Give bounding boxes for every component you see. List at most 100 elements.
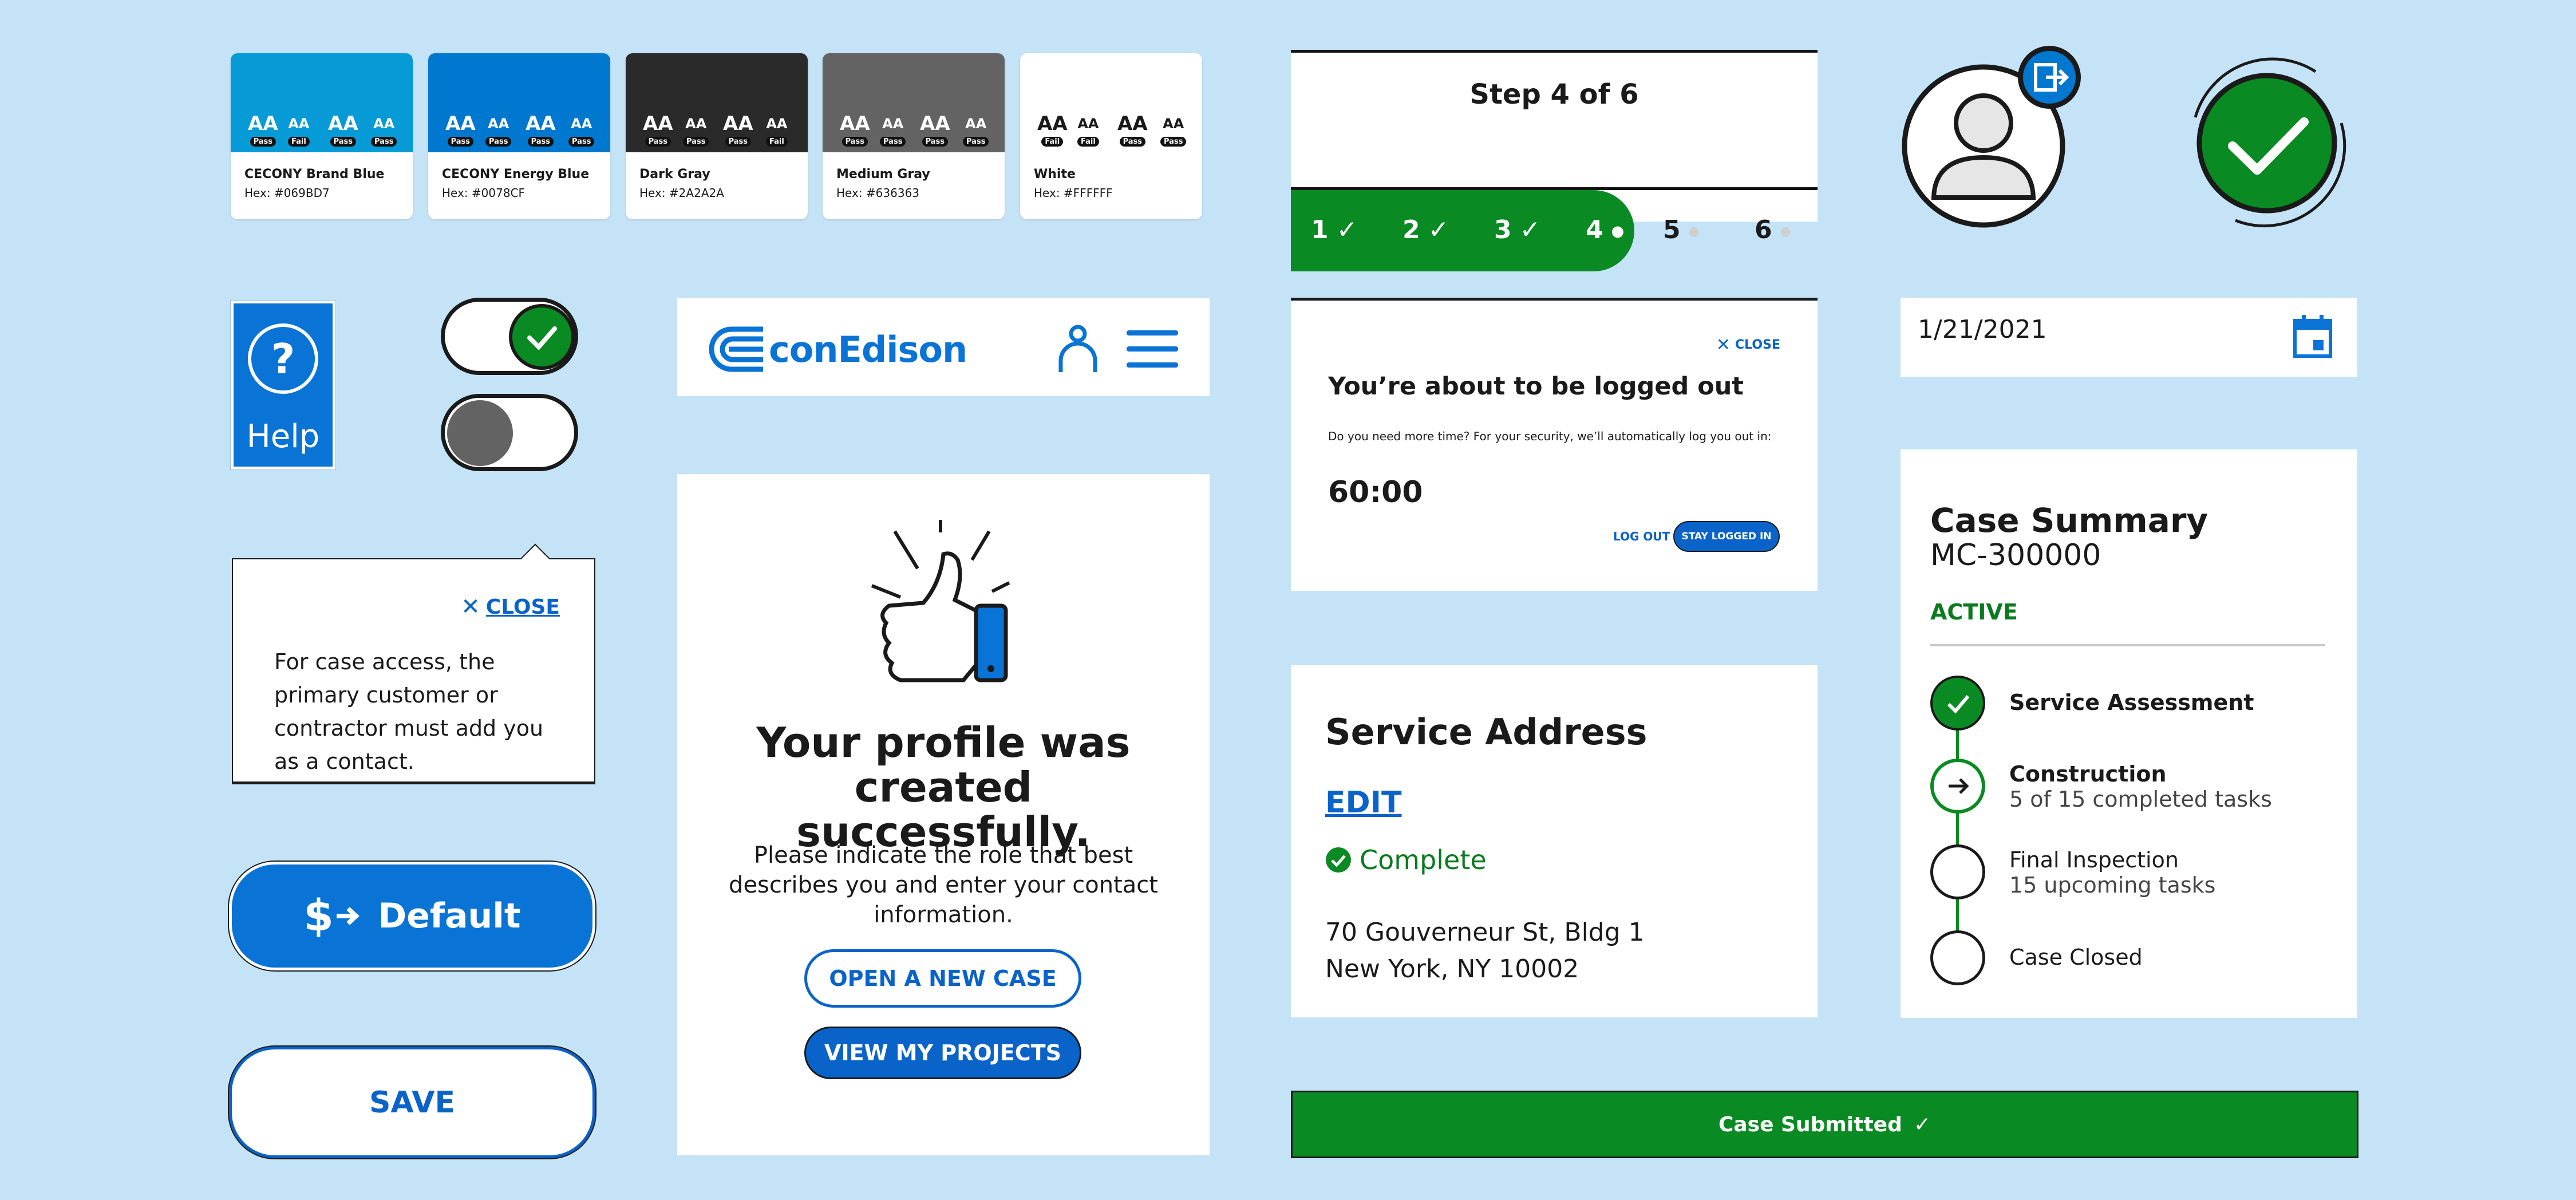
step-progress-card: Step 4 of 6 1 ✓ 2 ✓ 3 ✓ 4 ● 5 ● 6 ● [1291,50,1818,271]
contrast-sample: AA Pass [526,113,556,147]
contrast-sample-text: AA [882,116,904,132]
date-field[interactable]: 1/21/2021 [1901,298,2357,377]
contrast-sample-text: AA [643,112,673,135]
step-pending-icon [1930,844,1985,899]
check-icon: ✓ [1913,1112,1931,1136]
contrast-sample: AA Pass [683,113,709,147]
view-my-projects-button[interactable]: VIEW MY PROJECTS [804,1027,1081,1079]
help-label: Help [246,418,320,455]
contrast-sample: AA Pass [248,113,278,147]
swatch-color-block: AA Fail AA Fail AA Pass AA Pass [1020,53,1202,152]
stepper-steps: 1 ✓ 2 ✓ 3 ✓ 4 ● 5 ● 6 ● [1291,190,1818,271]
tooltip-close-button[interactable]: ✕ CLOSE [461,594,560,620]
toggle-on[interactable] [441,298,578,375]
color-swatch: AA Pass AA Fail AA Pass AA Pass CECONY Brand Blu… [231,53,413,219]
contrast-result-badge: Pass [1160,137,1187,147]
contrast-sample-text: AA [248,112,278,135]
account-avatar[interactable] [1901,46,2081,229]
step-number: 2 [1402,215,1420,244]
contrast-result-badge: Pass [330,137,357,147]
contrast-result-badge: Fail [1077,137,1099,147]
contrast-sample: AA Pass [840,113,870,147]
contrast-sample-text: AA [571,116,592,132]
default-button[interactable]: $ Default [229,862,595,970]
swatch-hex: Hex: #FFFFFF [1034,186,1113,200]
thumbs-up-icon [871,520,1010,682]
contrast-sample: AA Pass [880,113,906,147]
contrast-sample: AA Pass [1160,113,1187,147]
contrast-sample: AA Fail [766,113,788,147]
swatch-hex: Hex: #2A2A2A [639,186,724,200]
svg-text:$: $ [303,890,334,941]
open-new-case-button[interactable]: OPEN A NEW CASE [804,949,1081,1008]
contrast-sample-text: AA [1037,112,1068,135]
contrast-result-badge: Fail [1041,137,1064,147]
swatch-name: White [1034,167,1076,181]
account-icon[interactable] [1055,323,1101,375]
help-button[interactable]: ? Help [231,301,335,469]
close-label: CLOSE [1735,338,1780,352]
address-line-1: 70 Gouverneur St, Bldg 1 [1325,918,1645,947]
case-id: MC-300000 [1930,538,2101,573]
step-5: 5 ● [1663,215,1700,244]
step-done-icon: ✓ [1428,215,1449,244]
profile-success-title: Your profile was created successfully. [756,719,1131,856]
save-button[interactable]: SAVE [229,1047,595,1158]
timeline-step-label: Construction [2009,761,2167,787]
toggle-off[interactable] [441,394,578,471]
step-done-icon: ✓ [1519,215,1541,244]
contrast-sample: AA Pass [723,113,753,147]
timeline-line [1956,693,1959,959]
service-address-card: Service Address EDIT Complete 70 Gouvern… [1291,665,1818,1017]
close-icon: ✕ [1716,335,1731,355]
tooltip-text: For case access, the primary customer or… [274,649,544,774]
conedison-logo[interactable]: conEdison [706,323,967,375]
step-number: 6 [1755,215,1772,244]
contrast-sample-text: AA [766,116,788,132]
contrast-sample: AA Pass [328,113,358,147]
contrast-result-badge: Pass [922,137,949,147]
contrast-result-badge: Pass [250,137,276,147]
swatch-name: Medium Gray [836,167,930,181]
contrast-sample-text: AA [488,116,509,132]
logo-mark-icon [709,326,763,372]
swatch-color-block: AA Pass AA Pass AA Pass AA Pass [428,53,610,152]
stepper-title: Step 4 of 6 [1469,78,1639,110]
contrast-sample: AA Pass [920,113,950,147]
log-out-button[interactable]: LOG OUT [1613,530,1670,543]
menu-icon[interactable] [1127,329,1178,369]
color-swatch: AA Pass AA Pass AA Pass AA Pass Medium Gray Hex: … [823,53,1005,219]
modal-close-button[interactable]: ✕ CLOSE [1716,335,1780,355]
countdown-timer: 60:00 [1328,475,1423,510]
help-icon: ? [248,323,318,394]
edit-link[interactable]: EDIT [1325,785,1402,820]
logout-icon[interactable] [2018,46,2081,109]
contrast-result-badge: Pass [725,137,752,147]
check-circle-icon [1326,847,1351,873]
contrast-result-badge: Fail [288,137,310,147]
contrast-sample: AA Pass [1117,113,1148,147]
step-complete-icon [1930,676,1985,731]
logo-text: conEdison [769,328,967,370]
color-swatch: AA Pass AA Pass AA Pass AA Pass CECONY Energy Bl… [428,53,610,219]
step-6: 6 ● [1755,215,1791,244]
swatch-hex: Hex: #636363 [836,186,920,200]
contrast-sample: AA Fail [1037,113,1068,147]
stay-logged-in-button[interactable]: STAY LOGGED IN [1673,521,1780,552]
swatch-hex: Hex: #0078CF [442,186,526,200]
step-number: 3 [1494,215,1512,244]
logout-warning-modal: ✕ CLOSE You’re about to be logged out Do… [1291,298,1818,591]
swatch-color-block: AA Pass AA Pass AA Pass AA Pass [823,53,1005,152]
contrast-result-badge: Pass [880,137,906,147]
contrast-sample: AA Pass [568,113,595,147]
contrast-result-badge: Pass [841,137,868,147]
contrast-sample: AA Pass [643,113,673,147]
swatch-name: CECONY Brand Blue [244,167,385,181]
step-1: 1 ✓ [1311,215,1358,244]
tooltip-popover: ✕ CLOSE For case access, the primary cus… [232,543,595,784]
calendar-icon[interactable] [2293,315,2333,358]
status-label: Complete [1360,844,1487,875]
swatch-name: Dark Gray [639,167,710,181]
timeline-step-label: Service Assessment [2009,690,2254,715]
contrast-sample: AA Pass [485,113,512,147]
